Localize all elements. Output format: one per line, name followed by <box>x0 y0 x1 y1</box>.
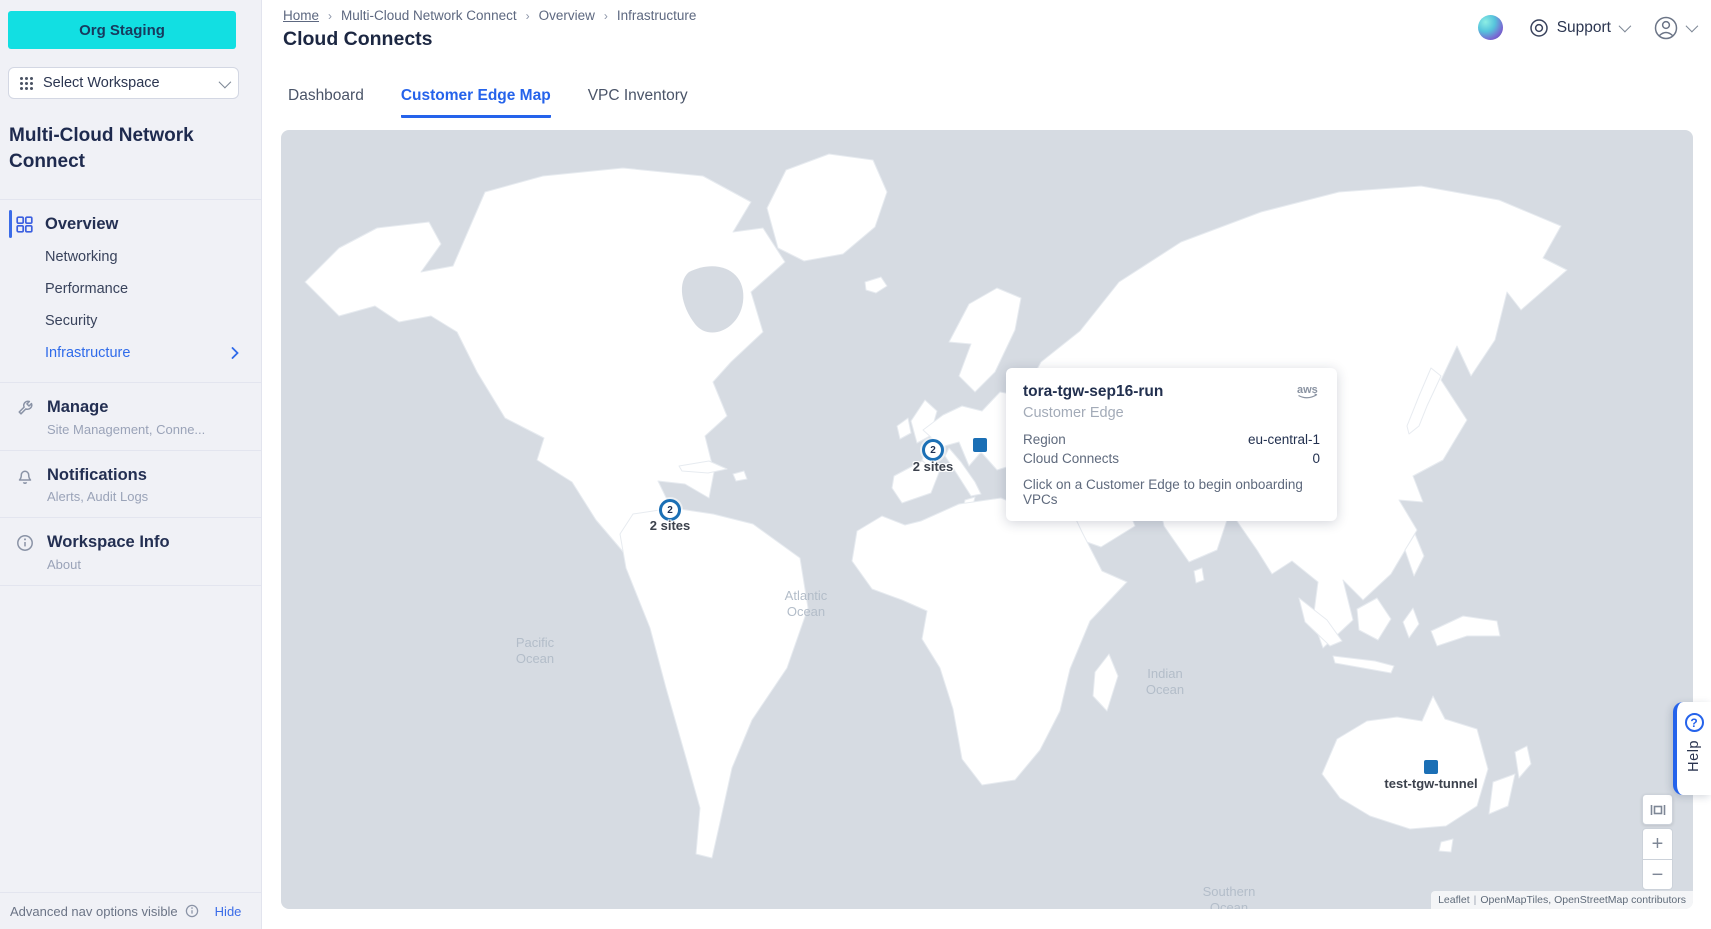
tooltip-title: tora-tgw-sep16-run <box>1023 383 1163 401</box>
product-title: Multi-Cloud Network Connect <box>9 123 231 174</box>
support-label: Support <box>1557 19 1611 37</box>
tooltip-row-cloud-connects: Cloud Connects 0 <box>1023 451 1320 466</box>
header-actions: Support <box>1478 15 1695 40</box>
tiles-attribution[interactable]: OpenMapTiles, OpenStreetMap contributors <box>1480 894 1686 906</box>
sidebar-item-label: Manage <box>47 397 205 418</box>
sidebar-item-label: Overview <box>45 215 118 234</box>
edge-label-au: test-tgw-tunnel <box>1384 776 1477 791</box>
user-menu[interactable] <box>1654 16 1695 40</box>
edge-tooltip: tora-tgw-sep16-run aws Customer Edge Reg… <box>1006 368 1337 521</box>
tab-customer-edge-map[interactable]: Customer Edge Map <box>401 87 551 118</box>
tooltip-subtitle: Customer Edge <box>1023 405 1320 421</box>
breadcrumb-separator: › <box>604 9 608 23</box>
advanced-nav-footer: Advanced nav options visible Hide <box>0 892 261 929</box>
advanced-nav-text: Advanced nav options visible <box>10 904 178 919</box>
tooltip-row-value: 0 <box>1312 451 1320 466</box>
grid-dots-icon <box>19 76 34 91</box>
support-menu[interactable]: Support <box>1529 18 1628 38</box>
sidebar-subitem-label: Security <box>45 313 97 329</box>
help-label: Help <box>1686 740 1702 772</box>
customer-edge-marker-au[interactable] <box>1424 760 1438 774</box>
tab-vpc-inventory[interactable]: VPC Inventory <box>588 87 688 118</box>
map-controls: + − <box>1642 794 1673 890</box>
leaflet-link[interactable]: Leaflet <box>1438 894 1470 906</box>
workspace-selector[interactable]: Select Workspace <box>8 67 239 99</box>
chevron-down-icon <box>1619 20 1632 33</box>
support-icon <box>1529 18 1549 38</box>
aws-logo-icon: aws <box>1296 383 1320 400</box>
sidebar-item-performance[interactable]: Performance <box>0 273 261 305</box>
sidebar-subitem-label: Infrastructure <box>45 345 130 361</box>
tab-dashboard[interactable]: Dashboard <box>288 87 364 118</box>
sidebar-item-infrastructure[interactable]: Infrastructure <box>0 337 261 369</box>
workspace-selector-label: Select Workspace <box>43 75 160 91</box>
sidebar-item-label: Notifications <box>47 465 148 486</box>
cluster-label-us: 2 sites <box>650 518 690 533</box>
site-cluster-marker-eu[interactable]: 2 <box>922 439 944 461</box>
sidebar-subitem-label: Networking <box>45 249 118 265</box>
org-staging-button[interactable]: Org Staging <box>8 11 236 49</box>
sidebar-subitem-label: Performance <box>45 281 128 297</box>
breadcrumb-overview[interactable]: Overview <box>539 8 595 23</box>
cluster-label-eu: 2 sites <box>913 459 953 474</box>
main-content: Home › Multi-Cloud Network Connect › Ove… <box>262 0 1711 929</box>
tab-bar: Dashboard Customer Edge Map VPC Inventor… <box>288 87 688 118</box>
sidebar-item-manage[interactable]: Manage Site Management, Conne... <box>0 383 261 449</box>
breadcrumb-separator: › <box>328 9 332 23</box>
dashboard-grid-icon <box>16 216 33 233</box>
ocean-label-pacific: Pacific Ocean <box>498 635 572 666</box>
tooltip-row-region: Region eu-central-1 <box>1023 432 1320 447</box>
sidebar-item-notifications[interactable]: Notifications Alerts, Audit Logs <box>0 451 261 517</box>
world-map[interactable]: Atlantic Ocean Pacific Ocean Indian Ocea… <box>281 130 1693 909</box>
info-icon <box>185 904 199 918</box>
world-map-landmass <box>281 130 1693 909</box>
sidebar-item-subtitle: Alerts, Audit Logs <box>47 489 148 504</box>
customer-edge-marker-eu[interactable] <box>973 438 987 452</box>
fit-bounds-button[interactable] <box>1642 794 1673 825</box>
map-attribution: Leaflet |OpenMapTiles, OpenStreetMap cont… <box>1431 891 1693 909</box>
tooltip-row-label: Cloud Connects <box>1023 451 1119 466</box>
help-question-icon: ? <box>1685 713 1704 732</box>
zoom-in-button[interactable]: + <box>1642 828 1673 859</box>
chevron-down-icon <box>1686 20 1699 33</box>
sidebar-item-subtitle: Site Management, Conne... <box>47 422 205 437</box>
user-avatar-icon <box>1654 16 1678 40</box>
wrench-icon <box>16 397 34 436</box>
breadcrumb-home[interactable]: Home <box>283 8 319 23</box>
zoom-out-button[interactable]: − <box>1642 859 1673 890</box>
page-title: Cloud Connects <box>283 28 433 51</box>
overview-nav-group: Overview Networking Performance Security… <box>0 200 261 382</box>
breadcrumb-infrastructure[interactable]: Infrastructure <box>617 8 697 23</box>
breadcrumb-mcnc[interactable]: Multi-Cloud Network Connect <box>341 8 517 23</box>
info-icon <box>16 532 34 571</box>
sidebar-item-subtitle: About <box>47 557 170 572</box>
breadcrumb-separator: › <box>526 9 530 23</box>
fit-bounds-icon <box>1650 803 1666 817</box>
help-tab[interactable]: ? Help <box>1673 702 1711 795</box>
ocean-label-indian: Indian Ocean <box>1128 666 1202 697</box>
brand-logo[interactable] <box>1478 15 1503 40</box>
sidebar-item-security[interactable]: Security <box>0 305 261 337</box>
ocean-label-atlantic: Atlantic Ocean <box>769 588 843 619</box>
tooltip-row-label: Region <box>1023 432 1066 447</box>
sidebar-item-overview[interactable]: Overview <box>0 207 261 241</box>
ocean-label-southern: Southern Ocean <box>1192 884 1266 909</box>
app-window: Org Staging Select Workspace Multi-Cloud… <box>0 0 1711 929</box>
tooltip-row-value: eu-central-1 <box>1248 432 1320 447</box>
chevron-right-icon <box>231 347 239 359</box>
sidebar-item-networking[interactable]: Networking <box>0 241 261 273</box>
sidebar-item-label: Workspace Info <box>47 532 170 553</box>
sidebar: Org Staging Select Workspace Multi-Cloud… <box>0 0 262 929</box>
chevron-down-icon <box>219 75 232 88</box>
bell-icon <box>16 465 34 504</box>
breadcrumb: Home › Multi-Cloud Network Connect › Ove… <box>283 8 696 23</box>
sidebar-item-workspace-info[interactable]: Workspace Info About <box>0 518 261 584</box>
tooltip-hint: Click on a Customer Edge to begin onboar… <box>1023 477 1320 507</box>
attribution-separator: | <box>1474 894 1477 906</box>
hide-nav-link[interactable]: Hide <box>215 904 242 919</box>
